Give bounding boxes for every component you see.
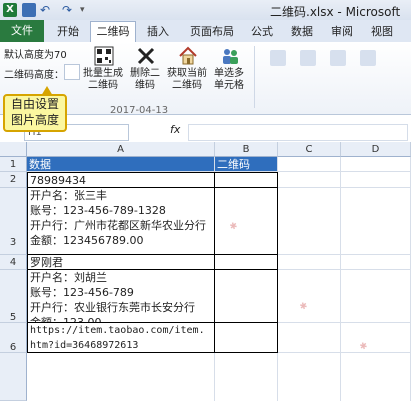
tab-formulas[interactable]: 公式 [246, 22, 278, 41]
cell-d5[interactable] [341, 270, 411, 323]
cell-b2[interactable] [214, 172, 278, 188]
ribbon-faded-icon [300, 50, 316, 66]
tab-page-layout[interactable]: 页面布局 [184, 22, 240, 41]
title-bar: X ↶ ↷ ▾ 二维码.xlsx - Microsoft [0, 0, 411, 21]
row-header-empty[interactable] [0, 353, 27, 401]
tab-file[interactable]: 文件 [0, 20, 44, 42]
ribbon-faded-icon [360, 50, 376, 66]
cell-d6[interactable] [341, 323, 411, 353]
cell-d4[interactable] [341, 255, 411, 270]
cell-a1[interactable]: 数据 [27, 157, 215, 172]
cell-b1[interactable]: 二维码 [215, 157, 278, 172]
tab-home[interactable]: 开始 [52, 22, 84, 41]
get-current-qrcode-button[interactable]: 获取当前 二维码 [167, 44, 207, 98]
cell-c2[interactable] [278, 172, 341, 188]
cell-b6[interactable] [214, 322, 278, 353]
users-icon [220, 46, 240, 66]
cell-c3[interactable] [278, 188, 341, 255]
callout-tail [41, 86, 53, 96]
qr-generate-icon [94, 46, 114, 66]
cell-a6[interactable]: https://item.taobao.com/item. htm?id=364… [27, 322, 215, 353]
select-multi-cell-label: 单选多 单元格 [214, 68, 244, 91]
ribbon-faded-icon [330, 50, 346, 66]
cell-d3[interactable] [341, 188, 411, 255]
cell-b5[interactable] [214, 269, 278, 323]
row-header[interactable]: 3 [0, 188, 27, 255]
redo-icon[interactable]: ↷ [62, 3, 74, 17]
get-current-qrcode-label: 获取当前 二维码 [167, 68, 207, 91]
tab-qrcode[interactable]: 二维码 [90, 21, 136, 42]
cell-c5[interactable] [278, 270, 341, 323]
tab-data[interactable]: 数据 [286, 22, 318, 41]
ribbon-faded-icon [270, 50, 286, 66]
row-header[interactable]: 1 [0, 157, 27, 172]
quick-access-dropdown-icon[interactable]: ▾ [80, 3, 90, 17]
column-header-c[interactable]: C [278, 142, 341, 157]
delete-qrcode-button[interactable]: 删除二 维码 [128, 44, 162, 98]
ribbon-tabs: 文件 开始 二维码 插入 页面布局 公式 数据 审阅 视图 [0, 20, 411, 43]
group-separator [254, 46, 255, 108]
tab-review[interactable]: 审阅 [326, 22, 358, 41]
column-header-d[interactable]: D [341, 142, 411, 157]
row-header[interactable]: 4 [0, 255, 27, 270]
excel-logo-icon[interactable]: X [3, 3, 17, 17]
house-icon [178, 46, 198, 66]
callout-note: 自由设置 图片高度 [3, 86, 67, 132]
select-all-corner[interactable] [0, 142, 27, 157]
tab-view[interactable]: 视图 [366, 22, 398, 41]
cell-c4[interactable] [278, 255, 341, 270]
empty-cell[interactable] [278, 353, 341, 401]
cell-a5[interactable]: 开户名：刘胡兰 账号：123-456-789 开户行：农业银行东莞市长安分行 金… [27, 269, 215, 323]
window-title: 二维码.xlsx - Microsoft [270, 5, 401, 19]
select-multi-cell-button[interactable]: 单选多 单元格 [212, 44, 246, 98]
empty-cell[interactable] [27, 353, 215, 401]
height-input[interactable] [64, 64, 80, 80]
cell-b4[interactable] [214, 254, 278, 270]
cell-c1[interactable] [278, 157, 341, 172]
save-icon[interactable] [22, 3, 36, 17]
column-header-b[interactable]: B [215, 142, 278, 157]
delete-qrcode-label: 删除二 维码 [130, 68, 160, 91]
cell-a3[interactable]: 开户名：张三丰 账号：123-456-789-1328 开户行：广州市花都区新华… [27, 187, 215, 255]
column-header-a[interactable]: A [27, 142, 215, 157]
cell-d2[interactable] [341, 172, 411, 188]
fx-icon[interactable]: fx [170, 123, 180, 136]
row-header[interactable]: 2 [0, 172, 27, 188]
tab-insert[interactable]: 插入 [142, 22, 174, 41]
delete-x-icon [136, 46, 156, 66]
cell-a4[interactable]: 罗刚君 [27, 254, 215, 270]
batch-generate-label: 批量生成 二维码 [83, 68, 123, 91]
row-header[interactable]: 6 [0, 323, 27, 353]
group-label: 2017-04-13 [110, 105, 169, 116]
undo-icon[interactable]: ↶ [40, 3, 52, 17]
formula-input[interactable] [188, 124, 408, 141]
cell-b3[interactable] [214, 187, 278, 255]
callout-text: 自由设置 图片高度 [10, 97, 59, 127]
empty-cell[interactable] [341, 353, 411, 401]
cell-d1[interactable] [341, 157, 411, 172]
default-height-text: 默认高度为70 [4, 50, 67, 61]
cell-a2[interactable]: 78989434 [27, 172, 215, 188]
cell-c6[interactable] [278, 323, 341, 353]
row-header[interactable]: 5 [0, 270, 27, 323]
height-label: 二维码高度： [4, 70, 64, 81]
batch-generate-button[interactable]: 批量生成 二维码 [83, 44, 123, 98]
empty-cell[interactable] [215, 353, 278, 401]
